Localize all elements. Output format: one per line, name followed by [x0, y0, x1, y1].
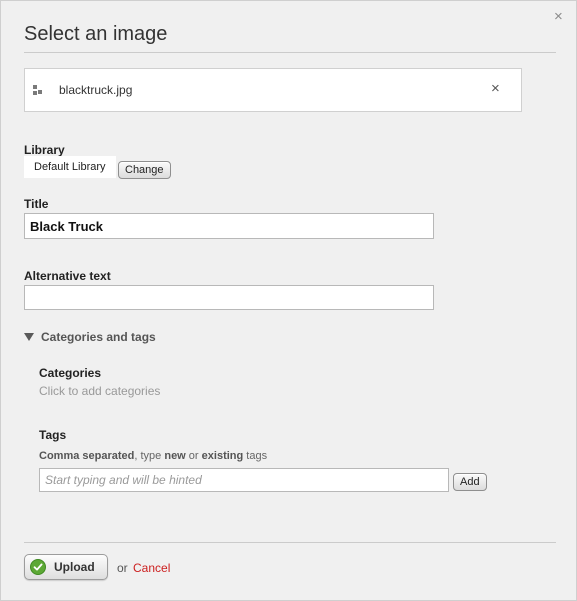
upload-button[interactable]: Upload: [24, 554, 108, 580]
dialog-title: Select an image: [24, 23, 168, 45]
hint-bold-3: existing: [201, 450, 244, 462]
title-input[interactable]: [24, 213, 434, 239]
tags-label: Tags: [39, 428, 67, 442]
hint-bold-2: new: [164, 450, 186, 462]
remove-file-icon[interactable]: ×: [491, 80, 500, 97]
hint-text-2: or: [185, 450, 202, 462]
footer-divider: [24, 542, 556, 543]
categories-label: Categories: [39, 366, 102, 380]
categories-tags-toggle[interactable]: Categories and tags: [24, 330, 156, 344]
checkmark-icon: [30, 559, 46, 575]
library-label: Library: [24, 143, 65, 157]
or-text: or: [117, 561, 128, 575]
hint-bold-1: Comma separated: [39, 450, 135, 462]
selected-file-row: blacktruck.jpg ×: [24, 68, 522, 112]
close-icon[interactable]: ×: [554, 9, 563, 24]
library-name: Default Library: [24, 156, 116, 178]
hint-text-1: , type: [134, 450, 165, 462]
add-tag-button[interactable]: Add: [453, 473, 487, 491]
add-categories-link[interactable]: Click to add categories: [39, 384, 160, 398]
title-label: Title: [24, 197, 49, 211]
categories-tags-toggle-label: Categories and tags: [41, 330, 156, 344]
alt-text-label: Alternative text: [24, 269, 111, 283]
collapse-triangle-icon: [24, 333, 34, 341]
tags-hint: Comma separated, type new or existing ta…: [39, 450, 267, 462]
tags-input[interactable]: [39, 468, 449, 492]
change-library-button[interactable]: Change: [118, 161, 171, 179]
hint-text-3: tags: [243, 450, 268, 462]
upload-label: Upload: [54, 560, 95, 574]
cancel-link[interactable]: Cancel: [133, 561, 170, 575]
alt-text-input[interactable]: [24, 285, 434, 310]
file-name: blacktruck.jpg: [59, 83, 133, 97]
header-divider: [24, 52, 556, 53]
drag-handle-icon[interactable]: [33, 85, 43, 95]
